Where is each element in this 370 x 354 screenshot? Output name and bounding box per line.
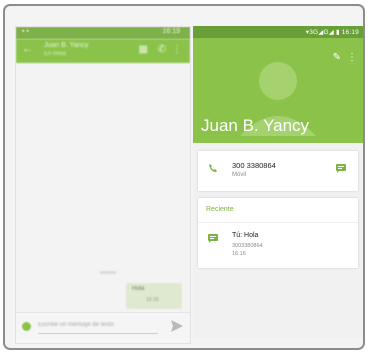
- contact-header: ✎ ⋮ Juan B. Yancy: [193, 38, 363, 143]
- more-vert-icon[interactable]: ⋮: [172, 44, 182, 55]
- edit-icon[interactable]: ✎: [333, 52, 341, 63]
- emoji-icon[interactable]: [22, 322, 31, 331]
- status-indicators: ▾3G◢G◢ ▮ 16:19: [305, 29, 359, 36]
- input-underline: [38, 333, 158, 334]
- phone-type: Móvil: [232, 172, 247, 178]
- chat-body: Hola 16:16: [16, 63, 190, 313]
- chat-app-bar: ← Juan B. Yancy En línea ▦ ✆ ⋮: [16, 39, 190, 63]
- phone-number: 300 3380864: [232, 161, 276, 170]
- contact-screen: ▾3G◢G◢ ▮ 16:19 ✎ ⋮ Juan B. Yancy 300 338…: [193, 26, 363, 338]
- attach-icon[interactable]: ▦: [139, 44, 148, 55]
- recent-header: Reciente: [206, 206, 234, 213]
- chat-status-bar: ▪ ▪ 16:19: [16, 27, 190, 39]
- message-input[interactable]: Escribe un mensaje de texto: [38, 322, 114, 328]
- message-input-bar: Escribe un mensaje de texto: [16, 312, 190, 343]
- recent-time: 16:16: [232, 251, 246, 257]
- phone-card[interactable]: 300 3380864 Móvil: [198, 151, 358, 191]
- recent-card: Reciente Tú: Hola 3003380864 16:16: [198, 198, 358, 268]
- call-icon[interactable]: ✆: [158, 44, 166, 55]
- contact-status-bar: ▾3G◢G◢ ▮ 16:19: [193, 26, 363, 38]
- send-icon[interactable]: [170, 319, 184, 333]
- message-icon[interactable]: [336, 164, 346, 173]
- screenshot-frame: ▪ ▪ 16:19 ← Juan B. Yancy En línea ▦ ✆ ⋮…: [3, 4, 365, 350]
- contact-name: Juan B. Yancy: [201, 116, 310, 135]
- back-arrow-icon[interactable]: ←: [22, 43, 33, 55]
- date-divider: [100, 271, 116, 274]
- chat-subtitle: En línea: [44, 51, 67, 57]
- phone-icon[interactable]: [208, 163, 218, 173]
- chat-status-left-icons: ▪ ▪: [22, 28, 29, 35]
- chat-title: Juan B. Yancy: [44, 42, 89, 49]
- message-icon[interactable]: [208, 234, 218, 243]
- recent-message[interactable]: Tú: Hola: [232, 232, 258, 239]
- more-vert-icon[interactable]: ⋮: [347, 52, 357, 63]
- chat-status-time: 16:19: [162, 28, 180, 35]
- recent-divider: [198, 222, 358, 223]
- recent-number: 3003380864: [232, 243, 263, 249]
- chat-title-block[interactable]: Juan B. Yancy En línea: [44, 42, 89, 58]
- chat-screen: ▪ ▪ 16:19 ← Juan B. Yancy En línea ▦ ✆ ⋮…: [15, 26, 191, 344]
- message-bubble[interactable]: Hola 16:16: [126, 283, 182, 309]
- message-text: Hola: [132, 286, 145, 292]
- message-time: 16:16: [146, 297, 159, 303]
